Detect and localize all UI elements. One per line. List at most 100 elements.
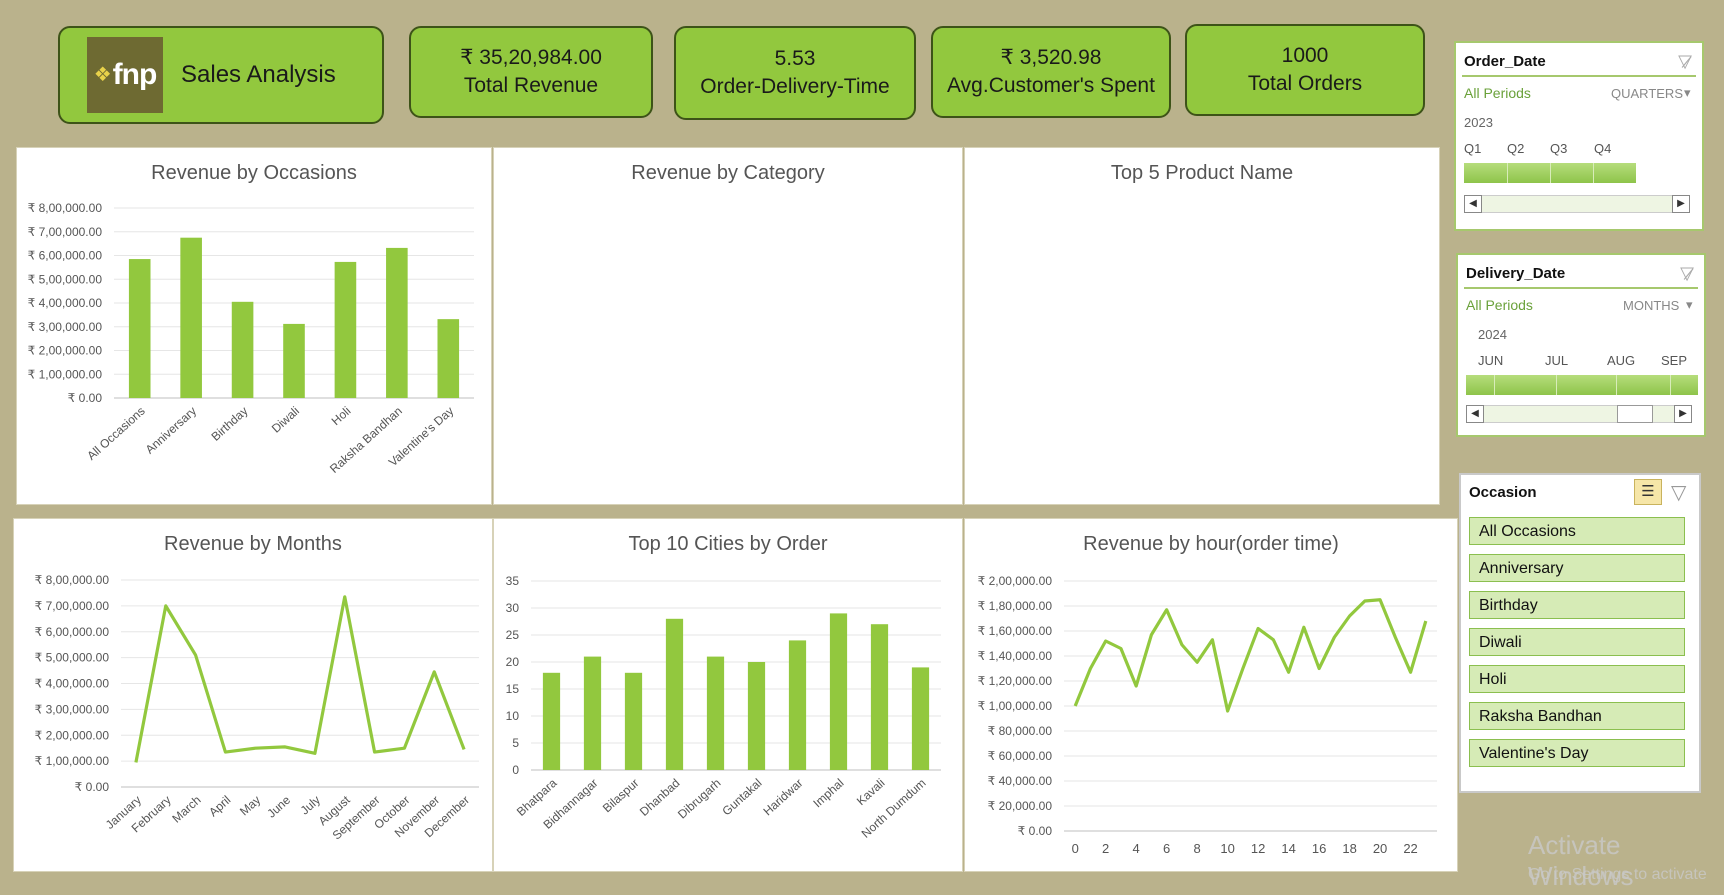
chart-svg: ₹ 0.00₹ 20,000.00₹ 40,000.00₹ 60,000.00₹… (965, 148, 1441, 506)
kpi-avg-customer-spent: ₹ 3,520.98 Avg.Customer's Spent (931, 26, 1171, 118)
scroll-left-icon[interactable]: ◀ (1464, 195, 1482, 213)
kpi-label: Total Orders (1247, 72, 1363, 95)
x-tick-label: May (237, 793, 263, 819)
y-tick-label: ₹ 1,40,000.00 (978, 649, 1053, 663)
timeline-tick[interactable]: Q4 (1594, 141, 1611, 156)
bar[interactable] (870, 624, 889, 770)
y-tick-label: ₹ 8,00,000.00 (35, 573, 110, 587)
chevron-down-icon[interactable]: ▾ (1684, 85, 1691, 101)
x-tick-label: June (264, 793, 293, 821)
timeline-selection-bar[interactable] (1464, 163, 1636, 183)
x-tick-label: Haridwar (760, 776, 805, 819)
clear-filter-icon[interactable]: ▽̷ (1678, 51, 1692, 72)
scroll-left-icon[interactable]: ◀ (1466, 405, 1484, 423)
x-tick-label: 22 (1403, 841, 1417, 856)
y-tick-label: ₹ 2,00,000.00 (28, 344, 103, 358)
chevron-down-icon[interactable]: ▾ (1686, 297, 1693, 313)
timeline-selection-bar[interactable] (1466, 375, 1698, 395)
timeline-tick[interactable]: JUN (1478, 353, 1503, 368)
bar[interactable] (665, 618, 684, 770)
y-tick-label: ₹ 40,000.00 (988, 774, 1053, 788)
bar[interactable] (583, 656, 602, 770)
timeline-tick[interactable]: JUL (1545, 353, 1568, 368)
timeline-scrollbar[interactable]: ◀ ▶ (1464, 195, 1690, 213)
bar[interactable] (706, 656, 725, 770)
period-unit-select[interactable]: MONTHS (1623, 298, 1679, 313)
occasion-item[interactable]: All Occasions (1469, 517, 1685, 545)
y-tick-label: ₹ 7,00,000.00 (35, 599, 110, 613)
y-tick-label: ₹ 0.00 (75, 780, 110, 794)
timeline-tick[interactable]: Q3 (1550, 141, 1567, 156)
y-tick-label: ₹ 1,00,000.00 (978, 699, 1053, 713)
bar[interactable] (542, 672, 561, 770)
bar[interactable] (283, 323, 305, 398)
x-tick-label: 0 (1072, 841, 1079, 856)
dashboard-title: Sales Analysis (181, 61, 336, 88)
y-tick-label: ₹ 5,00,000.00 (28, 272, 103, 286)
timeline-tick[interactable]: AUG (1607, 353, 1635, 368)
delivery-date-timeline[interactable]: Delivery_Date ▽̷ All Periods MONTHS ▾ 20… (1456, 253, 1706, 437)
y-tick-label: 0 (512, 763, 519, 777)
series-line[interactable] (134, 595, 466, 763)
clear-filter-icon[interactable]: ▽̷ (1680, 263, 1694, 284)
occasion-item[interactable]: Diwali (1469, 628, 1685, 656)
chart-top-10-cities: Top 10 Cities by Order 0 5 10 15 20 25 30 35 Bha… (493, 518, 963, 872)
chart-revenue-by-hour: Revenue by hour(order time) ₹ 0.00 ₹ 20,0… (964, 518, 1458, 872)
timeline-scrollbar[interactable]: ◀ ▶ (1466, 405, 1692, 423)
period-unit-select[interactable]: QUARTERS (1611, 86, 1683, 101)
y-tick-label: ₹ 1,00,000.00 (28, 367, 103, 381)
bar[interactable] (180, 237, 202, 398)
timeline-tick[interactable]: Q1 (1464, 141, 1481, 156)
scroll-right-icon[interactable]: ▶ (1672, 195, 1690, 213)
y-tick-label: ₹ 1,00,000.00 (35, 754, 110, 768)
all-periods-link[interactable]: All Periods (1466, 297, 1533, 313)
y-tick-label: 10 (506, 709, 520, 723)
y-tick-label: ₹ 7,00,000.00 (28, 225, 103, 239)
bar[interactable] (437, 319, 460, 398)
occasion-item[interactable]: Raksha Bandhan (1469, 702, 1685, 730)
x-tick-label: 16 (1312, 841, 1326, 856)
scroll-right-icon[interactable]: ▶ (1674, 405, 1692, 423)
occasion-item[interactable]: Valentine's Day (1469, 739, 1685, 767)
bar[interactable] (128, 259, 151, 398)
y-tick-label: 25 (506, 628, 520, 642)
timeline-tick[interactable]: SEP (1661, 353, 1687, 368)
y-tick-label: ₹ 0.00 (68, 391, 103, 405)
bar[interactable] (829, 613, 848, 770)
scroll-thumb[interactable] (1617, 405, 1653, 423)
timeline-tick[interactable]: Q2 (1507, 141, 1524, 156)
kpi-order-delivery-time: 5.53 Order-Delivery-Time (674, 26, 916, 120)
slicer-title: Occasion (1469, 484, 1537, 501)
chart-svg: ₹ 0.00₹ 2,00,000.00₹ 4,00,000.00₹ 6,00,0… (494, 148, 964, 506)
bar[interactable] (624, 672, 643, 770)
order-date-timeline[interactable]: Order_Date ▽̷ All Periods QUARTERS ▾ 202… (1454, 41, 1704, 231)
y-tick-label: 30 (506, 601, 520, 615)
occasion-slicer[interactable]: Occasion ☰ ▽ All Occasions Anniversary B… (1459, 473, 1701, 793)
chart-svg: ₹ 0.00₹ 20,000.00₹ 40,000.00₹ 60,000.00₹… (978, 574, 1437, 856)
bar[interactable] (334, 261, 357, 398)
kpi-value: ₹ 3,520.98 (1000, 46, 1102, 69)
bar[interactable] (788, 640, 807, 770)
occasion-item[interactable]: Holi (1469, 665, 1685, 693)
bar[interactable] (386, 247, 408, 398)
x-tick-label: Dibrugarh (675, 776, 724, 822)
occasion-item[interactable]: Birthday (1469, 591, 1685, 619)
all-periods-link[interactable]: All Periods (1464, 85, 1531, 101)
divider (1464, 287, 1698, 289)
series-line[interactable] (1073, 598, 1428, 713)
x-tick-label: Diwali (269, 404, 302, 436)
chart-svg: ₹ 0.00 ₹ 1,00,000.00 ₹ 2,00,000.00 ₹ 3,00,0… (35, 573, 479, 843)
dashboard-title-card: ❖ fnp Sales Analysis (58, 26, 384, 124)
kpi-label: Avg.Customer's Spent (947, 74, 1155, 97)
kpi-value: 5.53 (774, 47, 816, 70)
x-tick-label: 4 (1133, 841, 1140, 856)
occasion-item[interactable]: Anniversary (1469, 554, 1685, 582)
bar[interactable] (911, 667, 930, 770)
multi-select-icon[interactable]: ☰ (1634, 479, 1662, 505)
bar[interactable] (747, 662, 766, 770)
x-tick-label: Imphal (810, 776, 846, 811)
bar[interactable] (231, 301, 254, 398)
clear-filter-icon[interactable]: ▽ (1671, 480, 1686, 505)
timeline-year: 2024 (1478, 327, 1507, 342)
y-tick-label: ₹ 8,00,000.00 (28, 201, 103, 215)
